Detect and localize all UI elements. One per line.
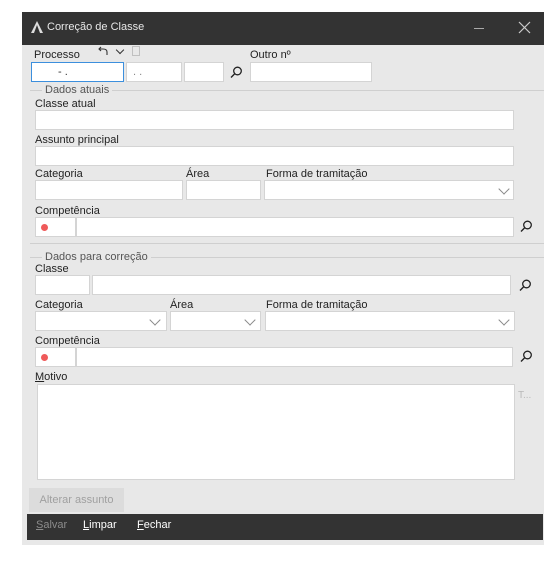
window-title: Correção de Classe bbox=[47, 21, 145, 33]
alterar-assunto-button[interactable]: Alterar assunto bbox=[29, 488, 124, 512]
app-logo-icon bbox=[31, 21, 43, 33]
search-icon[interactable] bbox=[519, 279, 532, 292]
motivo-side-indicator: T... bbox=[518, 390, 532, 401]
assunto-principal-field bbox=[35, 146, 514, 166]
classe-label: Classe bbox=[35, 263, 69, 275]
competencia-atual-field bbox=[76, 217, 514, 237]
chevron-down-icon bbox=[498, 314, 510, 326]
forma-tramitacao-atual-label: Forma de tramitação bbox=[266, 168, 368, 180]
competencia-atual-label: Competência bbox=[35, 205, 100, 217]
search-icon[interactable] bbox=[520, 350, 533, 363]
area-select[interactable] bbox=[170, 311, 261, 331]
processo-label: Processo bbox=[34, 49, 80, 61]
dados-correcao-group-label: Dados para correção bbox=[42, 251, 151, 263]
forma-tramitacao-label: Forma de tramitação bbox=[266, 299, 368, 311]
classe-code-field[interactable] bbox=[35, 275, 90, 295]
assunto-principal-label: Assunto principal bbox=[35, 134, 119, 146]
salvar-button[interactable]: Salvar bbox=[36, 519, 67, 531]
competencia-code-field[interactable] bbox=[35, 347, 76, 367]
motivo-label: Motivo bbox=[35, 371, 68, 383]
motivo-textarea[interactable] bbox=[37, 384, 515, 480]
forma-tramitacao-select[interactable] bbox=[265, 311, 515, 331]
outro-numero-label: Outro nº bbox=[250, 49, 291, 61]
competencia-field[interactable] bbox=[76, 347, 513, 367]
categoria-atual-label: Categoria bbox=[35, 168, 83, 180]
dados-atuais-group-label: Dados atuais bbox=[42, 84, 113, 96]
processo-origin-field[interactable] bbox=[184, 62, 224, 82]
categoria-select[interactable] bbox=[35, 311, 167, 331]
search-icon[interactable] bbox=[230, 66, 243, 79]
processo-number-field[interactable]: - . bbox=[31, 62, 124, 82]
required-indicator bbox=[41, 224, 48, 231]
competencia-label: Competência bbox=[35, 335, 100, 347]
categoria-label: Categoria bbox=[35, 299, 83, 311]
chevron-down-icon bbox=[498, 183, 510, 195]
area-label: Área bbox=[170, 299, 194, 311]
chevron-down-icon bbox=[244, 314, 256, 326]
processo-mask-text-2: . . bbox=[133, 66, 143, 78]
processo-mask-text: - . bbox=[58, 66, 68, 78]
undo-arrow-icon[interactable] bbox=[97, 46, 111, 57]
limpar-button[interactable]: Limpar bbox=[83, 519, 117, 531]
close-icon[interactable] bbox=[518, 21, 531, 34]
outro-numero-field[interactable] bbox=[250, 62, 372, 82]
required-indicator bbox=[41, 354, 48, 361]
categoria-atual-field bbox=[35, 180, 183, 200]
minimize-icon[interactable] bbox=[474, 28, 484, 29]
competencia-atual-code-field bbox=[35, 217, 76, 237]
classe-atual-label: Classe atual bbox=[35, 98, 96, 110]
area-atual-field bbox=[186, 180, 261, 200]
search-icon[interactable] bbox=[520, 220, 533, 233]
area-atual-label: Área bbox=[186, 168, 210, 180]
processo-year-field[interactable]: . . bbox=[126, 62, 182, 82]
classe-atual-field bbox=[35, 110, 514, 130]
classe-field[interactable] bbox=[92, 275, 511, 295]
separator bbox=[30, 243, 544, 244]
fechar-button[interactable]: Fechar bbox=[137, 519, 171, 531]
chevron-down-icon bbox=[149, 314, 161, 326]
forma-tramitacao-atual-select bbox=[264, 180, 514, 200]
clipboard-icon[interactable] bbox=[132, 46, 140, 56]
